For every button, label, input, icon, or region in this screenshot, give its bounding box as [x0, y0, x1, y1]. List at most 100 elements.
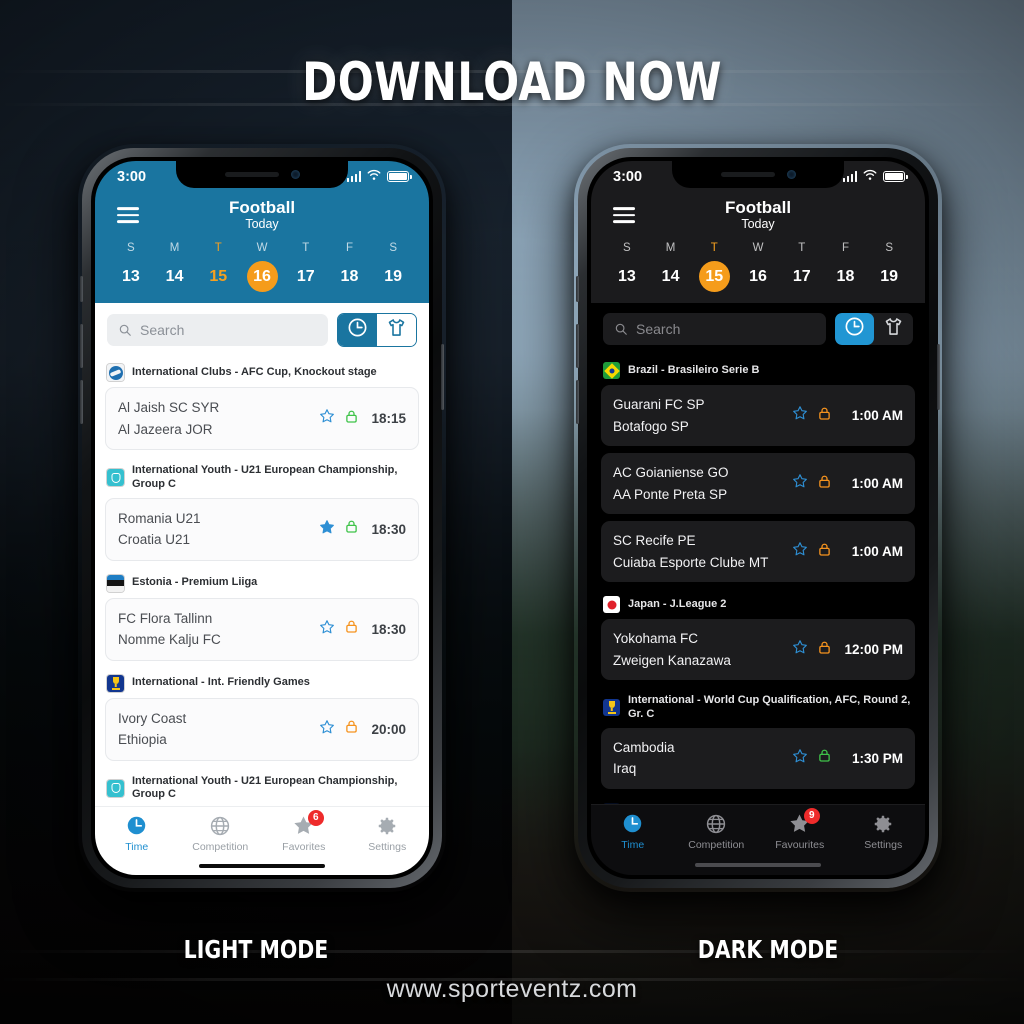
lock-icon[interactable] [344, 619, 359, 639]
week-numbers-row[interactable]: 13 14 15 16 17 18 19 [605, 260, 911, 293]
week-day-18[interactable]: 18 [824, 260, 868, 293]
match-row[interactable]: Ivory Coast Ethiopia 20:00 [105, 697, 419, 761]
toggle-by-time-button[interactable] [338, 314, 377, 346]
menu-icon[interactable] [613, 203, 635, 227]
match-row[interactable]: Al Jaish SC SYR Al Jazeera JOR 18:15 [105, 387, 419, 450]
league-header[interactable]: International Clubs - AFC Cup, Knockout … [95, 357, 429, 387]
week-day-14[interactable]: 14 [153, 260, 197, 293]
match-list[interactable]: International Clubs - AFC Cup, Knockout … [95, 357, 429, 806]
match-time: 12:00 PM [844, 642, 903, 657]
home-team-name: SC Recife PE [613, 533, 696, 548]
week-day-17[interactable]: 17 [284, 260, 328, 293]
match-row[interactable]: Guarani FC SP Botafogo SP 1:00 AM [601, 385, 915, 446]
league-header[interactable]: International Youth - U21 European Champ… [95, 768, 429, 806]
week-day-letter: T [798, 242, 806, 254]
week-day-18[interactable]: 18 [328, 260, 372, 293]
week-day-13[interactable]: 13 [605, 260, 649, 293]
tab-competition[interactable]: Competition [179, 814, 263, 853]
lock-icon[interactable] [344, 719, 359, 739]
menu-icon[interactable] [117, 203, 139, 227]
mute-switch[interactable] [80, 276, 83, 302]
match-time: 18:30 [371, 621, 406, 637]
week-day-letter: W [752, 242, 764, 254]
lock-icon[interactable] [344, 409, 359, 429]
match-row[interactable]: SC Recife PE Cuiaba Esporte Clube MT 1:00 … [601, 521, 915, 582]
bottom-tab-bar[interactable]: Time Competition 9 Favourites Settings [591, 803, 926, 855]
favorite-star-icon[interactable] [319, 619, 335, 640]
lock-icon[interactable] [817, 640, 832, 660]
week-day-16[interactable]: 16 [240, 260, 284, 293]
match-meta: 1:30 PM [784, 748, 903, 769]
phone-screen: 3:00 Football Today S M T W T F S 13 14 15 16 17 18 19 Se… [591, 161, 925, 875]
favorite-star-icon[interactable] [792, 748, 808, 769]
match-list[interactable]: Brazil - Brasileiro Serie B Guarani FC SP… [591, 355, 925, 804]
cellular-signal-icon [842, 171, 857, 182]
tab-competition[interactable]: Competition [675, 812, 759, 851]
favorite-star-icon[interactable] [792, 541, 808, 562]
league-flag-icon [107, 469, 124, 487]
home-team-name: Ivory Coast [118, 710, 187, 726]
week-numbers-row[interactable]: 13 14 15 16 17 18 19 [109, 260, 415, 293]
view-toggle[interactable] [835, 313, 913, 345]
match-row[interactable]: AC Goianiense GO AA Ponte Preta SP 1:00 AM [601, 453, 915, 514]
league-header[interactable]: Brazil - Brasileiro Serie B [591, 355, 925, 385]
match-row[interactable]: Cambodia Iraq 1:30 PM [601, 727, 915, 789]
toggle-by-competition-button[interactable] [377, 314, 416, 346]
league-header[interactable]: Japan - J.League 2 [591, 589, 925, 619]
match-row[interactable]: FC Flora Tallinn Nomme Kalju FC 18:30 [105, 597, 419, 661]
week-day-16[interactable]: 16 [736, 260, 780, 293]
favorite-star-icon[interactable] [792, 405, 808, 426]
week-day-15[interactable]: 15 [692, 260, 736, 293]
tab-label: Time [621, 838, 645, 851]
week-selector[interactable]: S M T W T F S 13 14 15 16 17 18 19 [591, 238, 925, 295]
power-button[interactable] [441, 344, 444, 410]
tab-settings[interactable]: Settings [842, 812, 926, 851]
toggle-by-competition-button[interactable] [874, 313, 913, 345]
favorite-star-icon[interactable] [319, 408, 335, 429]
lock-icon[interactable] [817, 542, 832, 562]
league-flag-icon [603, 362, 620, 379]
lock-icon[interactable] [817, 748, 832, 768]
bottom-tab-bar[interactable]: Time Competition 6 Favorites Settings [95, 805, 430, 857]
search-input[interactable]: Search [603, 313, 826, 345]
week-day-13[interactable]: 13 [109, 260, 153, 293]
week-day-14[interactable]: 14 [649, 260, 693, 293]
tab-favorites[interactable]: 6 Favorites [262, 809, 346, 853]
match-row[interactable]: Yokohama FC Zweigen Kanazawa 12:00 PM [601, 619, 915, 680]
week-day-19[interactable]: 19 [371, 260, 415, 293]
tab-favourites[interactable]: 9 Favourites [758, 807, 842, 851]
match-row[interactable]: Romania U21 Croatia U21 18:30 [105, 497, 419, 561]
league-name: International Youth - U21 European Champ… [132, 774, 398, 801]
favorite-star-icon[interactable] [319, 719, 335, 740]
mute-switch[interactable] [576, 276, 579, 302]
lock-icon[interactable] [344, 519, 359, 539]
power-button[interactable] [937, 344, 940, 410]
week-selector[interactable]: S M T W T F S 13 14 15 16 17 18 19 [95, 238, 429, 295]
week-day-15[interactable]: 15 [196, 260, 240, 293]
view-toggle[interactable] [337, 313, 417, 347]
globe-icon [675, 812, 759, 836]
volume-down-button[interactable] [80, 380, 83, 424]
tab-settings[interactable]: Settings [346, 814, 430, 853]
week-day-17[interactable]: 17 [780, 260, 824, 293]
volume-up-button[interactable] [80, 324, 83, 368]
league-header[interactable]: International - World Cup Qualification,… [591, 687, 925, 728]
volume-down-button[interactable] [576, 380, 579, 424]
tab-time[interactable]: Time [95, 814, 179, 853]
week-day-19[interactable]: 19 [867, 260, 911, 293]
league-header[interactable]: International - World Cup Qualification,… [591, 796, 925, 804]
league-flag-icon [107, 674, 124, 692]
search-input[interactable]: Search [107, 314, 328, 346]
volume-up-button[interactable] [576, 324, 579, 368]
lock-icon[interactable] [817, 406, 832, 426]
favorite-star-icon[interactable] [319, 519, 335, 540]
league-flag-icon [603, 596, 620, 613]
favorite-star-icon[interactable] [792, 473, 808, 494]
league-header[interactable]: International - Int. Friendly Games [95, 668, 429, 698]
favorite-star-icon[interactable] [792, 639, 808, 660]
toggle-by-time-button[interactable] [835, 313, 874, 345]
league-header[interactable]: Estonia - Premium Liiga [95, 568, 429, 598]
league-header[interactable]: International Youth - U21 European Champ… [95, 457, 429, 498]
lock-icon[interactable] [817, 474, 832, 494]
tab-time[interactable]: Time [591, 812, 675, 851]
